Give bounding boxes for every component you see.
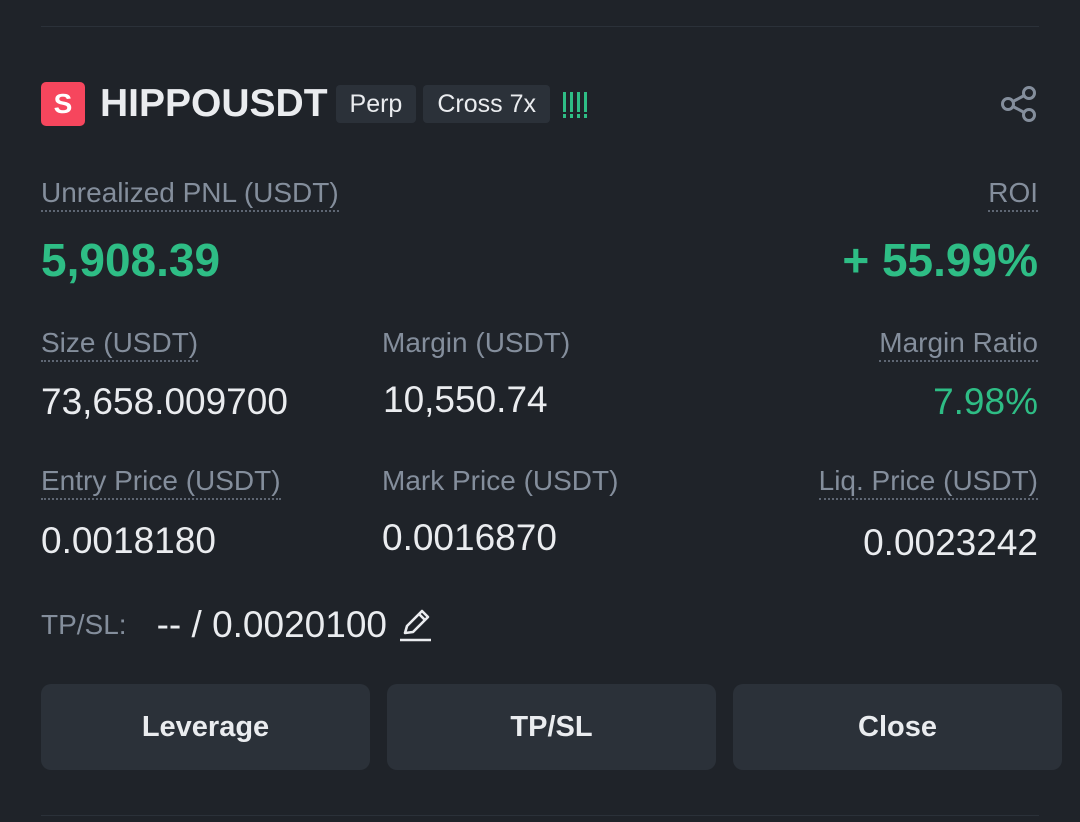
tpsl-button[interactable]: TP/SL xyxy=(387,684,716,770)
leverage-bar xyxy=(569,92,573,118)
symbol-name[interactable]: HIPPOUSDT xyxy=(100,82,328,126)
size-value: 73,658.009700 xyxy=(41,381,288,422)
leverage-bars-icon xyxy=(562,90,587,118)
margin-label: Margin (USDT) xyxy=(382,327,571,358)
tpsl-label: TP/SL: xyxy=(41,609,127,640)
roi-label[interactable]: ROI xyxy=(988,176,1038,212)
position-header: S HIPPOUSDT Perp Cross 7x xyxy=(41,82,1039,126)
mark-price-label: Mark Price (USDT) xyxy=(382,465,619,496)
tpsl-value: -- / 0.0020100 xyxy=(156,604,387,645)
unrealized-pnl-label[interactable]: Unrealized PNL (USDT) xyxy=(41,176,339,212)
bottom-divider xyxy=(41,815,1039,816)
top-divider xyxy=(41,26,1039,27)
margin-ratio-label[interactable]: Margin Ratio xyxy=(879,326,1038,362)
entry-price-value: 0.0018180 xyxy=(41,520,216,561)
margin-mode-tag[interactable]: Cross 7x xyxy=(423,85,550,123)
leverage-bar xyxy=(562,92,566,118)
contract-type-tag: Perp xyxy=(335,85,417,123)
close-position-button[interactable]: Close xyxy=(733,684,1062,770)
leverage-bar xyxy=(576,92,580,118)
liq-price-value: 0.0023242 xyxy=(863,522,1038,563)
share-icon[interactable] xyxy=(999,84,1039,124)
tpsl-row: TP/SL: -- / 0.0020100 xyxy=(41,603,435,647)
edit-icon[interactable] xyxy=(397,606,435,644)
leverage-bar xyxy=(583,92,587,118)
leverage-button[interactable]: Leverage xyxy=(41,684,370,770)
unrealized-pnl-value: 5,908.39 xyxy=(41,234,221,286)
margin-value: 10,550.74 xyxy=(383,379,548,420)
entry-price-label[interactable]: Entry Price (USDT) xyxy=(41,464,281,500)
side-badge-letter: S xyxy=(53,88,73,119)
margin-ratio-value: 7.98% xyxy=(933,381,1038,422)
roi-value: + 55.99% xyxy=(842,234,1038,286)
action-buttons: Leverage TP/SL Close xyxy=(41,684,1062,770)
size-label[interactable]: Size (USDT) xyxy=(41,326,199,362)
liq-price-label[interactable]: Liq. Price (USDT) xyxy=(818,464,1038,500)
short-side-badge: S xyxy=(41,82,85,126)
mark-price-value: 0.0016870 xyxy=(382,517,557,558)
